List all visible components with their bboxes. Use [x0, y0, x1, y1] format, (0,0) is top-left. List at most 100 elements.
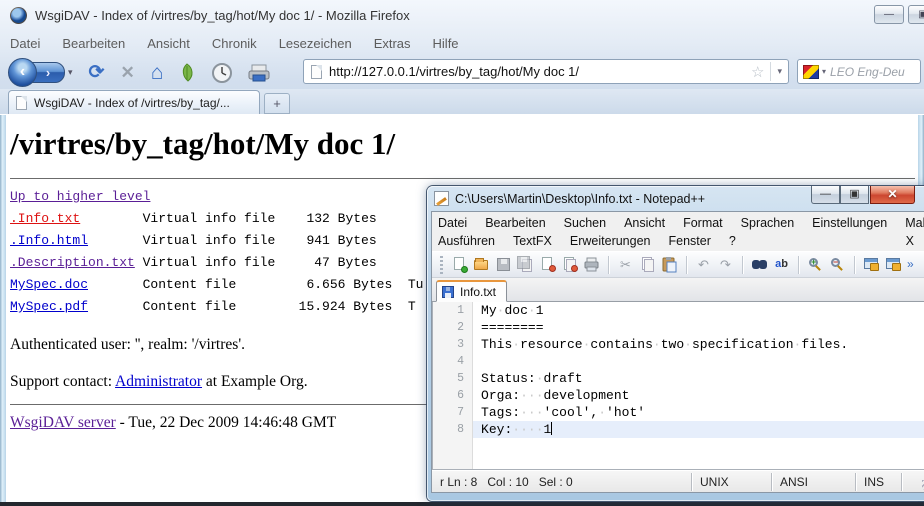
minimize-button[interactable]: —: [874, 5, 904, 24]
print-button-icon[interactable]: [247, 62, 271, 84]
zoom-in-icon[interactable]: +: [807, 256, 824, 273]
close-all-icon[interactable]: [561, 256, 578, 273]
editor-line[interactable]: 1My·doc·1: [433, 302, 924, 319]
find-icon[interactable]: [751, 256, 768, 273]
firefox-titlebar[interactable]: WsgiDAV - Index of /virtres/by_tag/hot/M…: [0, 0, 924, 30]
new-tab-button[interactable]: +: [264, 93, 290, 114]
npp-menu-item-textfx[interactable]: TextFX: [513, 234, 552, 248]
undo-icon[interactable]: ↶: [695, 256, 712, 273]
notepadpp-client: Datei Bearbeiten Suchen Ansicht Format Sprach…: [431, 211, 924, 493]
leaf-addon-icon[interactable]: [177, 62, 197, 84]
status-eol-format: UNIX: [692, 473, 772, 491]
npp-maximize-button[interactable]: ▣: [840, 186, 869, 204]
npp-menu-item-datei[interactable]: Datei: [438, 216, 467, 230]
editor-empty-area[interactable]: [433, 438, 924, 470]
toolbar-overflow-icon[interactable]: »: [907, 256, 924, 273]
url-text[interactable]: http://127.0.0.1/virtres/by_tag/hot/My d…: [329, 64, 745, 79]
print-icon[interactable]: [583, 256, 600, 273]
back-button[interactable]: ‹: [8, 58, 37, 87]
npp-menu-item-erweiterungen[interactable]: Erweiterungen: [570, 234, 651, 248]
leo-search-engine-icon[interactable]: [803, 65, 819, 79]
editor-line[interactable]: 6Orga:···development: [433, 387, 924, 404]
npp-menu-item-suchen[interactable]: Suchen: [564, 216, 606, 230]
copy-icon[interactable]: [639, 256, 656, 273]
browser-tab[interactable]: WsgiDAV - Index of /virtres/by_tag/...: [8, 90, 260, 114]
status-cursor-position: r Ln : 8 Col : 10 Sel : 0: [432, 473, 692, 491]
npp-menu-item-sprachen[interactable]: Sprachen: [741, 216, 795, 230]
save-icon[interactable]: [495, 256, 512, 273]
menu-item-lesezeichen[interactable]: Lesezeichen: [279, 36, 352, 51]
history-dropdown-icon[interactable]: ▾: [68, 67, 73, 78]
reload-button[interactable]: ⟳: [89, 63, 105, 82]
wsgidav-server-link[interactable]: WsgiDAV server: [10, 414, 116, 431]
search-engine-dropdown-icon[interactable]: ▾: [822, 67, 826, 76]
sync-horizontal-icon[interactable]: [885, 256, 902, 273]
file-meta: Content file 15.924 Bytes T: [88, 299, 416, 314]
line-number: 4: [433, 353, 473, 370]
line-text[interactable]: Status:·draft: [473, 370, 924, 387]
editor-line[interactable]: 5Status:·draft: [433, 370, 924, 387]
line-text[interactable]: Tags:···'cool',·'hot': [473, 404, 924, 421]
sync-vertical-icon[interactable]: [863, 256, 880, 273]
line-text[interactable]: Key:····1: [473, 421, 924, 438]
menu-item-extras[interactable]: Extras: [374, 36, 411, 51]
npp-menu-item-bearbeiten[interactable]: Bearbeiten: [485, 216, 545, 230]
npp-minimize-button[interactable]: —: [811, 186, 840, 204]
document-tab-label: Info.txt: [460, 285, 496, 299]
menu-item-chronik[interactable]: Chronik: [212, 36, 257, 51]
search-box[interactable]: ▾ LEO Eng-Deu: [797, 59, 921, 84]
file-link[interactable]: .Description.txt: [10, 255, 135, 270]
file-link[interactable]: Up to higher level: [10, 189, 150, 204]
line-text[interactable]: [473, 353, 924, 370]
editor-line[interactable]: 3This·resource·contains·two·specificatio…: [433, 336, 924, 353]
url-bar[interactable]: http://127.0.0.1/virtres/by_tag/hot/My d…: [303, 59, 789, 84]
maximize-button[interactable]: ▣: [908, 5, 924, 24]
editor-line[interactable]: 2========: [433, 319, 924, 336]
file-link[interactable]: .Info.txt: [10, 211, 80, 226]
administrator-link[interactable]: Administrator: [115, 373, 202, 390]
text-editor[interactable]: 1My·doc·12========3This·resource·contain…: [432, 302, 924, 470]
file-link[interactable]: MySpec.doc: [10, 277, 88, 292]
npp-menu-item-format[interactable]: Format: [683, 216, 723, 230]
npp-menu-item-makro[interactable]: Makro: [905, 216, 924, 230]
paste-icon[interactable]: [661, 256, 678, 273]
editor-line[interactable]: 8Key:····1: [433, 421, 924, 438]
line-text[interactable]: My·doc·1: [473, 302, 924, 319]
npp-close-button[interactable]: ✕: [870, 186, 915, 204]
zoom-out-icon[interactable]: −: [829, 256, 846, 273]
editor-line[interactable]: 4: [433, 353, 924, 370]
new-file-icon[interactable]: [451, 256, 468, 273]
cut-icon[interactable]: ✂: [617, 256, 634, 273]
line-number: 1: [433, 302, 473, 319]
tab-page-icon: [16, 96, 27, 110]
file-link[interactable]: MySpec.pdf: [10, 299, 88, 314]
search-placeholder[interactable]: LEO Eng-Deu: [830, 65, 905, 79]
close-document-x[interactable]: X: [906, 234, 914, 248]
npp-menu-item-ausfhren[interactable]: Ausführen: [438, 234, 495, 248]
npp-menu-item-einstellungen[interactable]: Einstellungen: [812, 216, 887, 230]
open-file-icon[interactable]: [473, 256, 490, 273]
save-all-icon[interactable]: [517, 256, 534, 273]
file-link[interactable]: .Info.html: [10, 233, 88, 248]
editor-line[interactable]: 7Tags:···'cool',·'hot': [433, 404, 924, 421]
clock-addon-icon[interactable]: [211, 62, 233, 84]
document-tab[interactable]: Info.txt: [436, 280, 507, 302]
replace-icon[interactable]: ab: [773, 256, 790, 273]
close-file-icon[interactable]: [539, 256, 556, 273]
npp-menu-item-?[interactable]: ?: [729, 234, 736, 248]
stop-button[interactable]: ✕: [120, 64, 134, 81]
menu-item-hilfe[interactable]: Hilfe: [433, 36, 459, 51]
menu-item-ansicht[interactable]: Ansicht: [147, 36, 190, 51]
home-button[interactable]: ⌂: [151, 62, 164, 83]
bookmark-star-icon[interactable]: ☆: [751, 63, 764, 81]
line-text[interactable]: This·resource·contains·two·specification…: [473, 336, 924, 353]
url-dropdown-icon[interactable]: ▾: [770, 62, 788, 81]
notepadpp-titlebar[interactable]: C:\Users\Martin\Desktop\Info.txt - Notep…: [431, 186, 924, 211]
redo-icon[interactable]: ↷: [717, 256, 734, 273]
menu-item-bearbeiten[interactable]: Bearbeiten: [62, 36, 125, 51]
npp-menu-item-ansicht[interactable]: Ansicht: [624, 216, 665, 230]
line-text[interactable]: ========: [473, 319, 924, 336]
npp-menu-item-fenster[interactable]: Fenster: [669, 234, 711, 248]
line-text[interactable]: Orga:···development: [473, 387, 924, 404]
menu-item-datei[interactable]: Datei: [10, 36, 40, 51]
